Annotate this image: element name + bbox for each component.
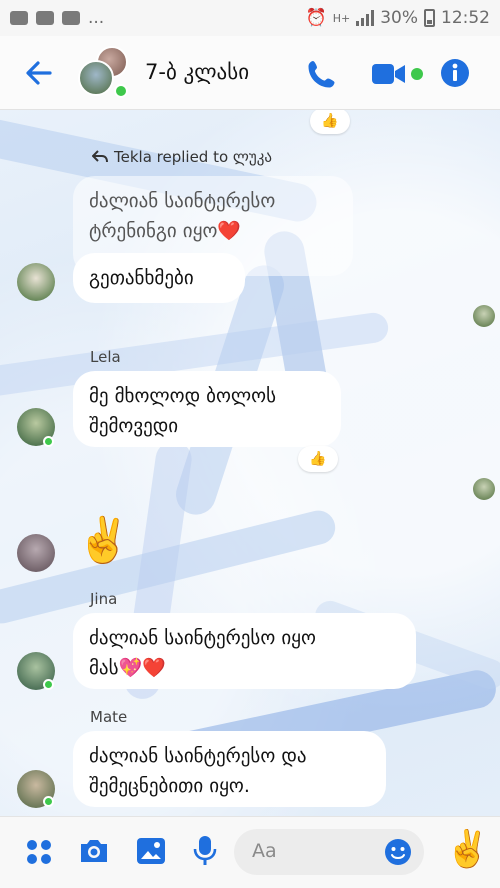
quick-reaction-button[interactable]: ✌️ bbox=[445, 827, 490, 873]
message-line-1: მე მხოლოდ ბოლოს bbox=[89, 385, 277, 407]
emoji-message[interactable]: ✌️ bbox=[76, 516, 131, 566]
info-icon[interactable] bbox=[440, 58, 470, 88]
message-line-2: შემოვედი bbox=[89, 415, 179, 437]
reply-context-text: Tekla replied to ლუკა bbox=[114, 148, 272, 166]
status-bar: ... ⏰ H+ 30% 12:52 bbox=[0, 0, 500, 36]
back-arrow-icon[interactable] bbox=[22, 56, 56, 90]
active-now-dot bbox=[411, 68, 423, 80]
message-bubble[interactable]: ძალიან საინტერესო და შემეცნებითი იყო. bbox=[73, 731, 386, 807]
message-notification-icon bbox=[10, 11, 28, 25]
video-call-icon[interactable] bbox=[371, 62, 407, 86]
message-line-1: ძალიან საინტერესო და bbox=[89, 745, 307, 767]
network-type: H+ bbox=[332, 11, 351, 25]
microphone-icon[interactable] bbox=[193, 835, 217, 867]
avatar[interactable] bbox=[17, 534, 55, 572]
battery-percent: 30% bbox=[380, 8, 418, 28]
signal-icon bbox=[356, 10, 375, 26]
message-bubble[interactable]: ძალიან საინტერესო იყო მას💖❤️ bbox=[73, 613, 416, 689]
sender-name: Mate bbox=[90, 708, 128, 726]
avatar[interactable] bbox=[17, 263, 55, 301]
conversation-header: 7-ბ კლასი bbox=[0, 36, 500, 110]
quoted-line-1: ძალიან საინტერესო bbox=[89, 190, 276, 212]
message-bubble[interactable]: მე მხოლოდ ბოლოს შემოვედი bbox=[73, 371, 341, 447]
phone-icon[interactable] bbox=[306, 58, 338, 90]
thumbs-up-icon: 👍 bbox=[321, 113, 339, 129]
thumbs-up-icon: 👍 bbox=[309, 451, 327, 467]
read-receipt-avatar bbox=[473, 305, 495, 327]
reaction-badge[interactable]: 👍 bbox=[298, 446, 338, 472]
message-bubble[interactable]: გეთანხმები bbox=[73, 253, 245, 303]
message-list[interactable]: 👍 Tekla replied to ლუკა ძალიან საინტერეს… bbox=[0, 110, 500, 816]
message-line-1: ძალიან საინტერესო იყო bbox=[89, 627, 316, 649]
camera-icon[interactable] bbox=[78, 837, 110, 865]
sender-name: Lela bbox=[90, 348, 121, 366]
sender-name: Jina bbox=[90, 590, 118, 608]
composer-bar: Aa ✌️ bbox=[0, 816, 500, 888]
message-line-2: შემეცნებითი იყო. bbox=[89, 775, 250, 797]
conversation-title[interactable]: 7-ბ კლასი bbox=[145, 60, 249, 84]
gallery-icon[interactable] bbox=[136, 837, 166, 865]
gallery-notification-icon bbox=[36, 11, 54, 25]
reply-context: Tekla replied to ლუკა bbox=[92, 148, 272, 166]
message-text: გეთანხმები bbox=[89, 267, 194, 289]
message-input-placeholder: Aa bbox=[252, 840, 277, 862]
menu-grid-icon[interactable] bbox=[26, 839, 52, 865]
battery-icon bbox=[424, 9, 435, 27]
quoted-line-2: ტრენინგი იყო❤️ bbox=[89, 220, 242, 242]
teams-notification-icon bbox=[62, 11, 80, 25]
read-receipt-avatar bbox=[473, 478, 495, 500]
message-input[interactable]: Aa bbox=[234, 829, 424, 875]
message-line-2: მას💖❤️ bbox=[89, 657, 166, 679]
alarm-icon: ⏰ bbox=[305, 8, 327, 28]
group-avatar[interactable] bbox=[78, 46, 134, 102]
reply-arrow-icon bbox=[92, 150, 108, 163]
emoji-icon[interactable] bbox=[384, 838, 412, 866]
reaction-badge[interactable]: 👍 bbox=[310, 110, 350, 134]
clock: 12:52 bbox=[441, 8, 490, 28]
more-notifications: ... bbox=[88, 8, 105, 28]
